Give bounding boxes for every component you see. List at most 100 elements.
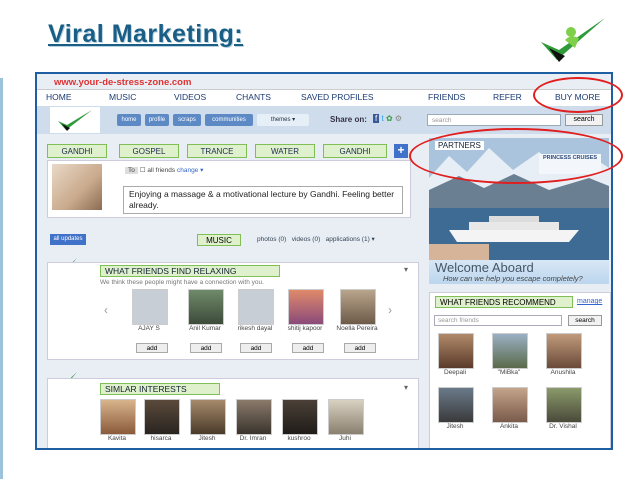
add-button[interactable]: add <box>136 343 168 353</box>
similar-person-2[interactable]: hisarca <box>144 399 182 442</box>
person-name: AJAY S <box>138 325 160 332</box>
recommend-section: search friends search Deepali "MiBka" An… <box>429 292 611 448</box>
twitter-icon[interactable]: t <box>381 114 383 123</box>
nav-refer[interactable]: REFER <box>493 92 522 102</box>
person-name: Jitesh <box>198 435 216 442</box>
similar-person-4[interactable]: Dr. Imran <box>236 399 274 442</box>
genre-tab-gospel[interactable]: GOSPEL <box>119 144 179 158</box>
nav-music[interactable]: MUSIC <box>109 92 136 102</box>
rec-person-6[interactable]: Dr. Vishal <box>546 387 584 430</box>
tab-profile[interactable]: profile <box>145 114 169 126</box>
rec-person-3[interactable]: Anushila <box>546 333 584 376</box>
tab-scraps[interactable]: scraps <box>173 114 201 126</box>
audience-checkbox[interactable]: ☐ <box>140 167 146 174</box>
nav-friends[interactable]: FRIENDS <box>428 92 465 102</box>
similar-person-3[interactable]: Jitesh <box>190 399 228 442</box>
rec-person-2[interactable]: "MiBka" <box>492 333 530 376</box>
person-name: Deepali <box>443 369 467 376</box>
share-icons: f t ✿ ⚙ <box>373 114 402 123</box>
photos-link[interactable]: photos (0) <box>257 236 286 243</box>
genre-tab-water[interactable]: WATER <box>255 144 315 158</box>
profile-photo <box>238 289 274 325</box>
relax-person-3[interactable]: rikesh dayal <box>238 289 276 332</box>
tab-themes[interactable]: themes ▾ <box>257 114 309 126</box>
profile-photo <box>438 333 474 369</box>
similar-person-1[interactable]: Kavita <box>100 399 138 442</box>
person-name: Kavita <box>107 435 127 442</box>
profile-photo <box>144 399 180 435</box>
facebook-icon[interactable]: f <box>373 114 380 123</box>
similar-person-5[interactable]: kushroo <box>282 399 320 442</box>
brand-logo-icon <box>541 18 605 62</box>
rec-person-5[interactable]: Ankita <box>492 387 530 430</box>
audience-change-link[interactable]: change ▾ <box>177 167 203 174</box>
settings-icon[interactable]: ⚙ <box>395 114 402 123</box>
site-logo[interactable] <box>50 107 100 133</box>
person-name: hisarca <box>150 435 172 442</box>
person-name: Jitesh <box>446 423 464 430</box>
profile-photo <box>492 387 528 423</box>
nav-saved-profiles[interactable]: SAVED PROFILES <box>301 92 374 102</box>
site-url[interactable]: www.your-de-stress-zone.com <box>54 77 191 88</box>
relax-person-5[interactable]: Noella Pereira <box>336 289 378 332</box>
person-name: Dr. Vishal <box>549 423 577 430</box>
collapse-icon[interactable]: ▾ <box>404 265 408 274</box>
add-button[interactable]: add <box>240 343 272 353</box>
site-logo-icon <box>58 110 92 131</box>
collapse-icon[interactable]: ▾ <box>404 383 408 392</box>
slide-title: Viral Marketing: <box>48 20 244 48</box>
friend-search-input[interactable]: search friends <box>434 315 562 326</box>
profile-photo <box>188 289 224 325</box>
profile-photo <box>340 289 376 325</box>
tab-communities[interactable]: communities <box>205 114 253 126</box>
profile-photo <box>282 399 318 435</box>
music-label[interactable]: MUSIC <box>197 234 241 246</box>
all-updates-button[interactable]: all updates <box>50 234 86 245</box>
site-search-input[interactable]: search <box>427 114 561 126</box>
relaxing-section: WHAT FRIENDS FIND RELAXING We think thes… <box>47 262 419 360</box>
genre-tab-gandhi-2[interactable]: GANDHI <box>323 144 387 158</box>
profile-photo <box>546 333 582 369</box>
person-name: Anushila <box>550 369 576 376</box>
profile-photo <box>546 387 582 423</box>
relax-person-1[interactable]: AJAY S <box>132 289 170 332</box>
videos-link[interactable]: videos (0) <box>292 236 321 243</box>
manage-link[interactable]: manage <box>577 298 602 305</box>
rec-person-1[interactable]: Deepali <box>438 333 476 376</box>
friend-search-button[interactable]: search <box>568 315 602 326</box>
nav-chants[interactable]: CHANTS <box>236 92 271 102</box>
relax-person-2[interactable]: Anil Kumar <box>188 289 226 332</box>
person-name: kushroo <box>287 435 311 442</box>
user-avatar[interactable] <box>52 164 102 210</box>
add-button[interactable]: add <box>344 343 376 353</box>
status-update-text[interactable]: Enjoying a massage & a motivational lect… <box>123 186 403 214</box>
person-name: Ankita <box>499 423 519 430</box>
add-tab-icon[interactable]: + <box>394 144 408 158</box>
rec-person-4[interactable]: Jitesh <box>438 387 476 430</box>
relaxing-subtitle: We think these people might have a conne… <box>100 279 264 286</box>
profile-photo <box>288 289 324 325</box>
nav-home[interactable]: HOME <box>46 92 72 102</box>
prev-arrow-icon[interactable]: ‹ <box>104 303 108 317</box>
site-search-button[interactable]: search <box>565 114 603 126</box>
genre-tab-trance[interactable]: TRANCE <box>187 144 247 158</box>
person-name: Juhi <box>339 435 351 442</box>
genre-tab-gandhi[interactable]: GANDHI <box>47 144 107 158</box>
partners-welcome-banner[interactable]: Welcome Aboard How can we help you escap… <box>429 260 609 284</box>
blog-icon[interactable]: ✿ <box>386 114 393 123</box>
to-label: To <box>125 167 138 174</box>
tab-home[interactable]: home <box>117 114 141 126</box>
nav-videos[interactable]: VIDEOS <box>174 92 206 102</box>
audience-value: all friends <box>147 167 176 174</box>
person-name: Noella Pereira <box>336 325 378 332</box>
similar-person-6[interactable]: Juhi <box>328 399 366 442</box>
add-button[interactable]: add <box>292 343 324 353</box>
applications-link[interactable]: applications (1) ▾ <box>326 236 375 243</box>
relax-person-4[interactable]: shitij kapoor <box>288 289 326 332</box>
recommend-label: WHAT FRIENDS RECOMMEND <box>435 296 573 308</box>
add-button[interactable]: add <box>190 343 222 353</box>
media-links: photos (0) videos (0) applications (1) ▾ <box>257 235 375 243</box>
profile-photo <box>190 399 226 435</box>
profile-photo <box>132 289 168 325</box>
next-arrow-icon[interactable]: › <box>388 303 392 317</box>
